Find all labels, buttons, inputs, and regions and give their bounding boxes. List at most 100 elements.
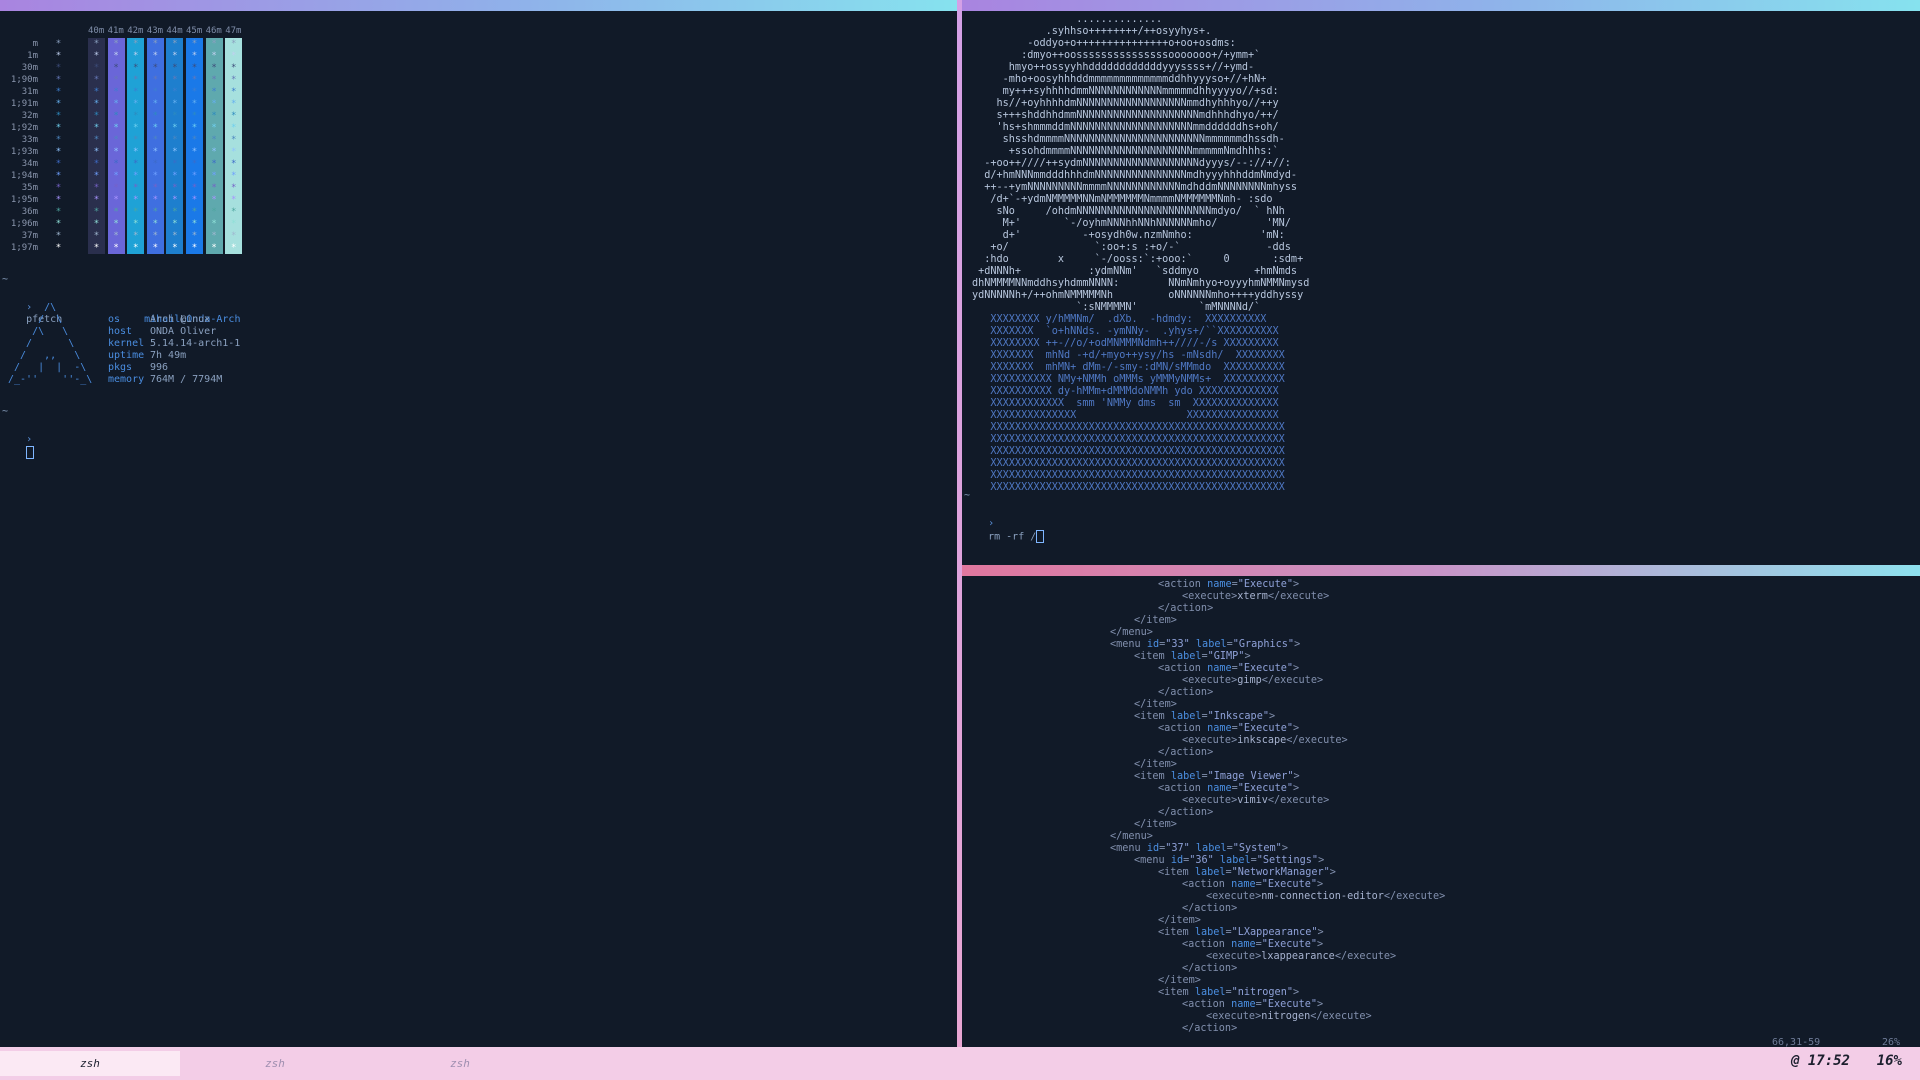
art-line: XXXXXXXXXX dy-hMMm+dMMMdoNMMh ydo XXXXXX… — [972, 386, 1279, 397]
tab-zsh-3[interactable]: zsh — [370, 1051, 550, 1076]
code-line[interactable]: </action> — [1182, 963, 1237, 975]
color-cell: * — [132, 195, 139, 205]
prompt-line[interactable]: › — [2, 422, 35, 472]
color-cell: * — [211, 231, 217, 241]
color-cell: * — [55, 159, 62, 169]
code-line[interactable]: </action> — [1182, 903, 1237, 915]
color-cell: * — [93, 195, 100, 205]
code-line[interactable]: <menu id="33" label="Graphics"> — [1110, 639, 1300, 651]
art-line: +dNNNh+ :ydmNNm' `sddmyo +hmNmds — [972, 266, 1298, 277]
tab-zsh-2[interactable]: zsh — [185, 1051, 365, 1076]
code-line[interactable]: <action name="Execute"> — [1158, 783, 1299, 795]
color-cell: * — [230, 195, 237, 205]
color-cell: * — [93, 135, 100, 145]
code-line[interactable]: <menu id="37" label="System"> — [1110, 843, 1288, 855]
code-line[interactable]: <action name="Execute"> — [1158, 723, 1299, 735]
color-cell: * — [113, 75, 119, 85]
art-line: XXXXXXXX ++-//o/+odMNMMMNdmh++////-/s XX… — [972, 338, 1279, 349]
code-line[interactable]: <action name="Execute"> — [1182, 939, 1323, 951]
code-line[interactable]: </item> — [1134, 615, 1177, 627]
color-header: 46m — [205, 26, 222, 36]
color-cell: * — [93, 231, 100, 241]
color-cell: * — [93, 87, 100, 97]
code-line[interactable]: <execute>inkscape</execute> — [1182, 735, 1348, 747]
color-cell: * — [152, 51, 158, 61]
ascii-art: .............. .syhhso++++++++/++osyyhys… — [972, 14, 1309, 494]
art-line: 'hs+shmmmddmNNNNNNNNNNNNNNNNNNNNmmdddddd… — [972, 122, 1279, 133]
color-cell: * — [55, 87, 62, 97]
color-cell: * — [230, 183, 237, 193]
code-line[interactable]: </item> — [1158, 975, 1201, 987]
code-line[interactable]: <item label="Inkscape"> — [1134, 711, 1275, 723]
color-cell: * — [191, 183, 198, 193]
art-line: d/+hmNNNmmdddhhhdmNNNNNNNNNNNNNNNmdhyyyh… — [972, 170, 1298, 181]
code-line[interactable]: </item> — [1134, 759, 1177, 771]
code-line[interactable]: <action name="Execute"> — [1158, 579, 1299, 591]
code-line[interactable]: <action name="Execute"> — [1158, 663, 1299, 675]
code-line[interactable]: <execute>vimiv</execute> — [1182, 795, 1329, 807]
pfetch-host-value: ONDA Oliver — [150, 326, 217, 337]
text-cursor — [26, 446, 35, 459]
color-cell: * — [172, 147, 178, 157]
color-cell: * — [211, 123, 217, 133]
editor-pane[interactable]: <action name="Execute"> <execute>xterm</e… — [962, 565, 1920, 1047]
art-line: XXXXXXX mhNd -+d/+myo++ysy/hs -mNsdh/ XX… — [972, 350, 1285, 361]
color-cell: * — [132, 63, 139, 73]
code-line[interactable]: <menu id="36" label="Settings"> — [1134, 855, 1324, 867]
code-line[interactable]: <execute>gimp</execute> — [1182, 675, 1323, 687]
color-cell: * — [132, 243, 139, 253]
color-cell: * — [55, 123, 62, 133]
code-line[interactable]: <execute>nitrogen</execute> — [1206, 1011, 1372, 1023]
terminal-left-titlebar — [0, 0, 957, 11]
color-cell: * — [172, 51, 178, 61]
code-line[interactable]: </menu> — [1110, 627, 1153, 639]
code-line[interactable]: <action name="Execute"> — [1182, 999, 1323, 1011]
color-cell: * — [113, 183, 119, 193]
command-text: rm -rf / — [988, 531, 1037, 543]
color-cell: * — [132, 183, 139, 193]
code-line[interactable]: </item> — [1134, 819, 1177, 831]
code-line[interactable]: <item label="Image Viewer"> — [1134, 771, 1300, 783]
code-line[interactable]: </action> — [1158, 687, 1213, 699]
code-line[interactable]: <execute>xterm</execute> — [1182, 591, 1329, 603]
terminal-left[interactable]: 40m 41m 42m 43m 44m 45m 46m 47m m * 1m * 30m * 1;90m * 3… — [0, 0, 957, 1047]
color-cell: * — [55, 171, 62, 181]
art-line: XXXXXXXXXXXXXXXXXXXXXXXXXXXXXXXXXXXXXXXX… — [972, 434, 1285, 445]
code-line[interactable]: </action> — [1158, 747, 1213, 759]
color-cell: * — [113, 63, 119, 73]
tilde-line-2: ~ — [2, 406, 9, 417]
color-cell: * — [172, 123, 178, 133]
tab-zsh-1[interactable]: zsh — [0, 1051, 180, 1076]
pfetch-uptime-value: 7h 49m — [150, 350, 187, 361]
color-cell: * — [113, 219, 119, 229]
color-cell: * — [132, 99, 139, 109]
color-row-label: 1;92m — [10, 123, 38, 133]
color-cell: * — [55, 195, 62, 205]
code-line[interactable]: <execute>nm-connection-editor</execute> — [1206, 891, 1445, 903]
code-line[interactable]: </menu> — [1110, 831, 1153, 843]
code-line[interactable]: <item label="nitrogen"> — [1158, 987, 1299, 999]
code-line[interactable]: <item label="GIMP"> — [1134, 651, 1251, 663]
color-cell: * — [113, 195, 119, 205]
code-line[interactable]: </item> — [1134, 699, 1177, 711]
code-line[interactable]: </action> — [1158, 807, 1213, 819]
code-line[interactable]: </item> — [1158, 915, 1201, 927]
color-cell: * — [113, 123, 119, 133]
code-line[interactable]: <execute>lxappearance</execute> — [1206, 951, 1396, 963]
rm-command-line[interactable]: › rm -rf / — [964, 506, 1045, 556]
color-header: 44m — [166, 26, 183, 36]
color-cell: * — [191, 219, 198, 229]
color-cell: * — [132, 171, 139, 181]
color-header: 40m — [88, 26, 105, 36]
code-line[interactable]: </action> — [1158, 603, 1213, 615]
color-cell: * — [55, 207, 62, 217]
terminal-right-top[interactable]: .............. .syhhso++++++++/++osyyhys… — [962, 0, 1920, 565]
color-cell: * — [113, 39, 119, 49]
code-line[interactable]: </action> — [1182, 1023, 1237, 1035]
color-cell: * — [93, 51, 100, 61]
pfetch-os-value: Arch Linux — [150, 314, 211, 325]
code-line[interactable]: <item label="NetworkManager"> — [1158, 867, 1336, 879]
color-cell: * — [191, 39, 198, 49]
code-line[interactable]: <item label="LXappearance"> — [1158, 927, 1324, 939]
code-line[interactable]: <action name="Execute"> — [1182, 879, 1323, 891]
